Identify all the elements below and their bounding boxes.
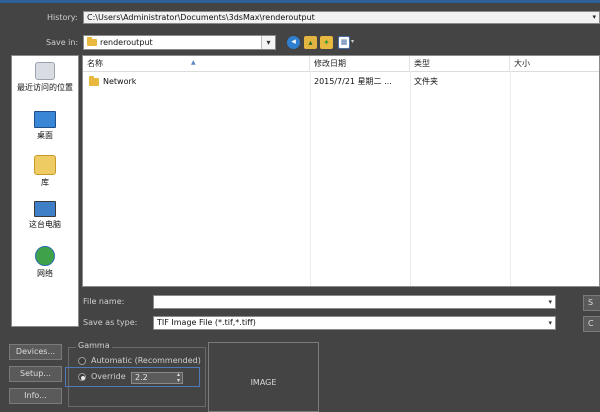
- place-label: 这台电脑: [29, 220, 61, 229]
- up-folder-icon[interactable]: ▴: [304, 36, 317, 49]
- gamma-title: Gamma: [76, 341, 112, 351]
- column-separator: [510, 71, 511, 286]
- column-separator: [310, 71, 311, 286]
- desktop-icon: [34, 111, 56, 128]
- places-bar: 最近访问的位置 桌面 库 这台电脑 网络: [11, 55, 79, 327]
- info-button[interactable]: Info...: [9, 388, 62, 404]
- save-in-value: renderoutput: [100, 38, 153, 47]
- column-header-name[interactable]: 名称 ▲: [83, 56, 310, 71]
- back-icon[interactable]: ◂: [287, 36, 300, 49]
- save-in-label: Save in:: [46, 38, 79, 47]
- computer-icon: [34, 201, 56, 217]
- save-as-type-select[interactable]: TIF Image File (*.tif,*.tiff) ▾: [153, 316, 556, 330]
- save-as-type-value: TIF Image File (*.tif,*.tiff): [157, 318, 256, 327]
- place-libraries[interactable]: 库: [12, 155, 78, 188]
- place-label: 网络: [37, 269, 53, 278]
- cancel-button[interactable]: C: [583, 316, 600, 332]
- chevron-down-icon[interactable]: ▾: [261, 36, 275, 49]
- automatic-radio[interactable]: [78, 357, 86, 365]
- override-label: Override: [91, 372, 126, 381]
- file-list[interactable]: 名称 ▲ 修改日期 类型 大小 Network 2015/7/21 星期二 ..…: [82, 55, 600, 287]
- image-preview-label: IMAGE: [250, 378, 277, 387]
- place-network[interactable]: 网络: [12, 246, 78, 279]
- list-header: 名称 ▲ 修改日期 类型 大小: [83, 56, 599, 72]
- override-radio[interactable]: [78, 373, 86, 381]
- sort-asc-icon: ▲: [191, 59, 196, 66]
- chevron-down-icon[interactable]: ▾: [548, 296, 552, 308]
- item-name: Network: [103, 77, 137, 86]
- column-header-size[interactable]: 大小: [510, 56, 599, 71]
- new-folder-icon[interactable]: ✦: [320, 36, 333, 49]
- file-name-label: File name:: [83, 297, 125, 306]
- libraries-icon: [34, 155, 56, 175]
- list-item[interactable]: Network 2015/7/21 星期二 ... 文件夹: [83, 75, 599, 89]
- automatic-label: Automatic (Recommended): [91, 356, 201, 365]
- folder-icon: [87, 37, 97, 46]
- network-icon: [35, 246, 55, 266]
- file-name-field[interactable]: ▾: [153, 295, 556, 309]
- item-date: 2015/7/21 星期二 ...: [314, 77, 392, 86]
- place-label: 最近访问的位置: [17, 83, 73, 92]
- place-computer[interactable]: 这台电脑: [12, 201, 78, 230]
- setup-button[interactable]: Setup...: [9, 366, 62, 382]
- devices-button[interactable]: Devices...: [9, 344, 62, 360]
- history-value: C:\Users\Administrator\Documents\3dsMax\…: [87, 13, 315, 22]
- item-type: 文件夹: [414, 77, 438, 86]
- column-header-type[interactable]: 类型: [410, 56, 510, 71]
- override-gamma-value: 2.2: [135, 373, 148, 382]
- place-desktop[interactable]: 桌面: [12, 111, 78, 141]
- folder-icon: [89, 76, 99, 86]
- recent-places-icon: [35, 62, 55, 80]
- place-recent[interactable]: 最近访问的位置: [12, 62, 78, 93]
- save-button[interactable]: S: [583, 295, 600, 311]
- save-in-combo[interactable]: renderoutput ▾: [83, 35, 276, 50]
- image-preview: [208, 342, 319, 412]
- column-separator: [410, 71, 411, 286]
- place-label: 桌面: [37, 131, 53, 140]
- column-header-date[interactable]: 修改日期: [310, 56, 410, 71]
- history-label: History:: [47, 13, 78, 22]
- chevron-down-icon[interactable]: ▾: [592, 12, 596, 23]
- history-field[interactable]: C:\Users\Administrator\Documents\3dsMax\…: [83, 11, 600, 24]
- view-menu-chevron-icon[interactable]: ▾: [351, 38, 354, 45]
- place-label: 库: [41, 178, 49, 187]
- save-as-type-label: Save as type:: [83, 318, 138, 327]
- override-gamma-spinner[interactable]: 2.2 ▴ ▾: [131, 372, 183, 384]
- window-top-border: [0, 0, 600, 3]
- spinner-arrows-icon[interactable]: ▴ ▾: [177, 372, 180, 384]
- chevron-down-icon[interactable]: ▾: [548, 317, 552, 329]
- view-menu-icon[interactable]: ▦: [338, 36, 350, 49]
